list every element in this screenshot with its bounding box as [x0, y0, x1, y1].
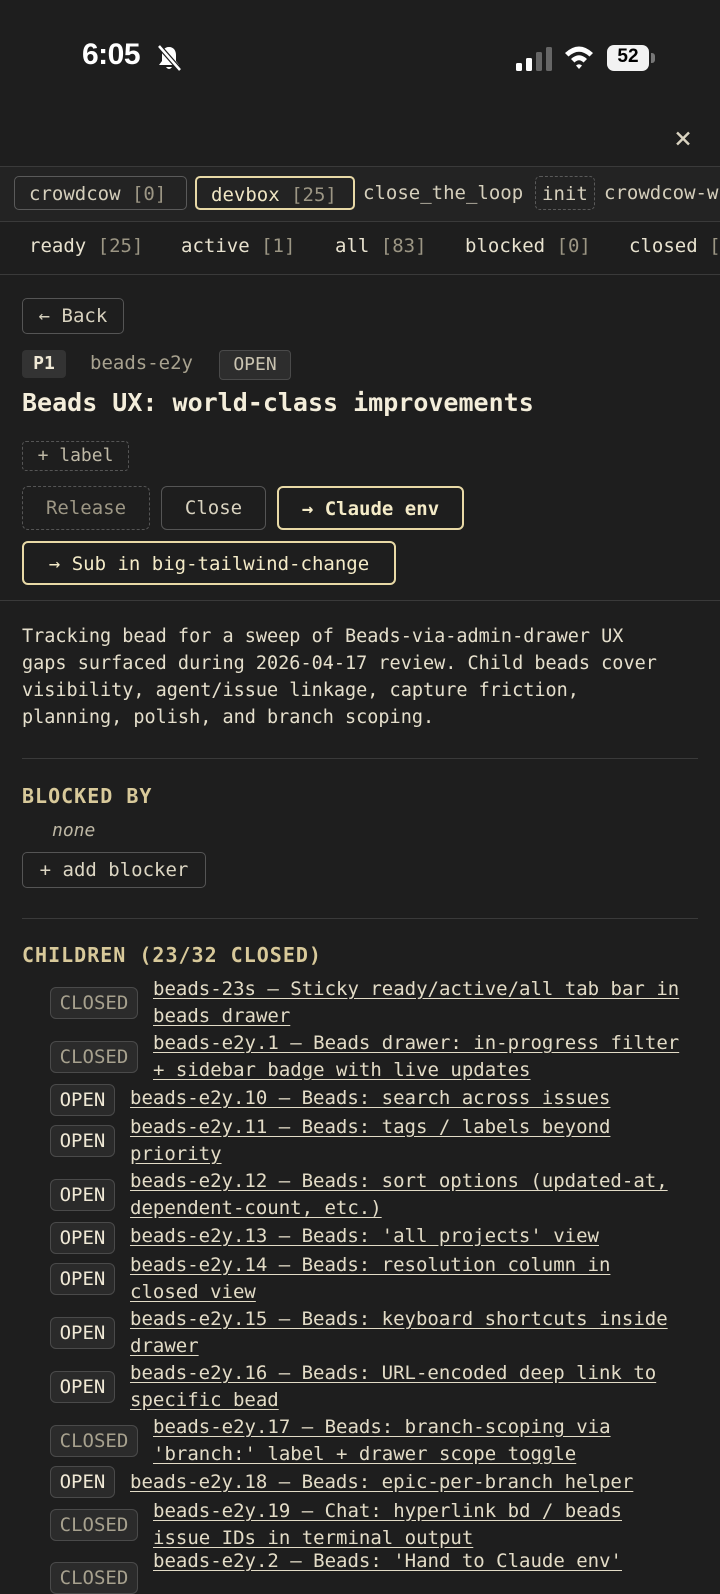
filter-label: blocked [465, 235, 546, 257]
claude-env-button[interactable]: → Claude env [277, 486, 464, 530]
filter-count: [1] [261, 235, 296, 257]
project-tab-crowdcow[interactable]: crowdcow [0] [14, 176, 187, 210]
blocked-by-heading: BLOCKED BY [22, 784, 153, 808]
bead-id: beads-e2y [90, 352, 193, 374]
filter-label: all [335, 235, 370, 257]
project-tabs: crowdcow [0] devbox [25] close_the_loop … [0, 166, 720, 222]
release-button[interactable]: Release [22, 486, 150, 530]
filter-tab-active[interactable]: active [1] [181, 235, 295, 257]
add-blocker-button[interactable]: + add blocker [22, 852, 206, 888]
add-label-button[interactable]: + label [22, 441, 129, 471]
project-tab-close-the-loop[interactable]: close_the_loop [363, 176, 523, 210]
child-status-badge: CLOSED [50, 1562, 138, 1594]
divider [22, 758, 698, 759]
child-status-badge: OPEN [50, 1222, 115, 1254]
child-link[interactable]: beads-e2y.15 — Beads: keyboard shortcuts… [130, 1306, 710, 1360]
divider [0, 600, 720, 601]
clock: 6:05 [82, 38, 141, 71]
project-name: crowdcow [29, 183, 121, 205]
filter-label: ready [29, 235, 87, 257]
close-button[interactable]: Close [161, 486, 266, 530]
filter-tab-blocked[interactable]: blocked [0] [465, 235, 591, 257]
filter-count: [25] [97, 235, 144, 257]
blocked-by-empty: none [52, 820, 96, 841]
child-link[interactable]: beads-e2y.17 — Beads: branch-scoping via… [153, 1414, 713, 1468]
project-tab-init[interactable]: init [535, 176, 595, 210]
priority-badge: P1 [22, 350, 66, 378]
filter-tab-ready[interactable]: ready [25] [29, 235, 143, 257]
child-link[interactable]: beads-e2y.18 — Beads: epic-per-branch he… [130, 1469, 710, 1496]
child-status-badge: OPEN [50, 1466, 115, 1498]
child-status-badge: CLOSED [50, 1509, 138, 1541]
child-link[interactable]: beads-e2y.11 — Beads: tags / labels beyo… [130, 1114, 710, 1168]
status-filter-tabs: ready [25] active [1] all [83] blocked [… [0, 221, 720, 275]
child-status-badge: OPEN [50, 1084, 115, 1116]
child-link[interactable]: beads-e2y.16 — Beads: URL-encoded deep l… [130, 1360, 710, 1414]
child-status-badge: CLOSED [50, 1041, 138, 1073]
child-status-badge: OPEN [50, 1263, 115, 1295]
child-status-badge: OPEN [50, 1179, 115, 1211]
child-status-badge: CLOSED [50, 1425, 138, 1457]
status-bar: 6:05 52 [0, 0, 720, 120]
child-link[interactable]: beads-e2y.1 — Beads drawer: in-progress … [153, 1030, 713, 1084]
battery-icon: 52 [607, 45, 655, 71]
children-heading: CHILDREN (23/32 CLOSED) [22, 943, 322, 967]
divider [22, 918, 698, 919]
child-link[interactable]: beads-e2y.19 — Chat: hyperlink bd / bead… [153, 1498, 713, 1552]
sub-branch-button[interactable]: → Sub in big-tailwind-change [22, 541, 396, 585]
project-name: init [542, 183, 588, 205]
wifi-icon [565, 46, 593, 69]
project-count: [0] [131, 183, 167, 205]
child-link[interactable]: beads-e2y.12 — Beads: sort options (upda… [130, 1168, 710, 1222]
bead-description: Tracking bead for a sweep of Beads-via-a… [22, 626, 657, 728]
child-link[interactable]: beads-23s — Sticky ready/active/all tab … [153, 976, 713, 1030]
child-status-badge: OPEN [50, 1371, 115, 1403]
project-tab-devbox[interactable]: devbox [25] [195, 176, 355, 210]
child-status-badge: CLOSED [50, 987, 138, 1019]
back-button[interactable]: ← Back [22, 298, 124, 334]
child-status-badge: OPEN [50, 1317, 115, 1349]
filter-count: [ [709, 235, 720, 257]
project-name: devbox [211, 184, 280, 206]
filter-label: closed [629, 235, 698, 257]
bell-muted-icon [157, 44, 182, 72]
child-status-badge: OPEN [50, 1125, 115, 1157]
project-name: close_the_loop [363, 182, 524, 204]
project-count: [25] [291, 184, 337, 206]
filter-count: [0] [556, 235, 591, 257]
bead-title: Beads UX: world-class improvements [22, 388, 534, 417]
child-link[interactable]: beads-e2y.13 — Beads: 'all projects' vie… [130, 1223, 710, 1250]
cellular-signal-icon [516, 47, 552, 71]
close-icon[interactable]: × [670, 124, 696, 154]
project-name: crowdcow-w [604, 182, 719, 204]
filter-count: [83] [380, 235, 427, 257]
filter-label: active [181, 235, 250, 257]
battery-level: 52 [617, 46, 639, 67]
child-link[interactable]: beads-e2y.10 — Beads: search across issu… [130, 1085, 710, 1112]
child-link[interactable]: beads-e2y.14 — Beads: resolution column … [130, 1252, 710, 1306]
project-tab-crowdcow-w[interactable]: crowdcow-w [604, 176, 718, 210]
filter-tab-all[interactable]: all [83] [335, 235, 427, 257]
status-badge: OPEN [219, 350, 291, 380]
child-link[interactable]: beads-e2y.2 — Beads: 'Hand to Claude env… [153, 1548, 713, 1575]
filter-tab-closed[interactable]: closed [ [629, 235, 720, 257]
